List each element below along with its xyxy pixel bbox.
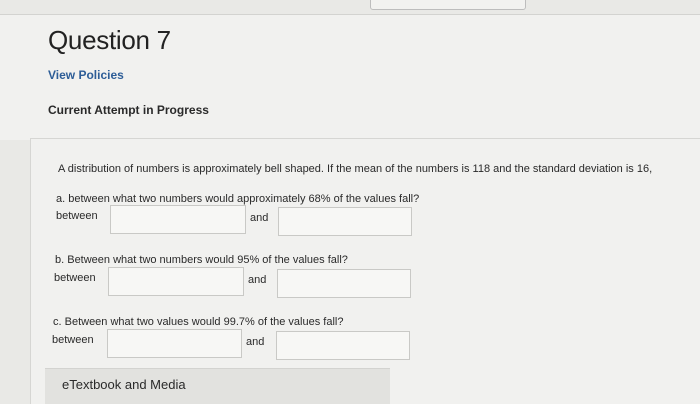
part-c-between-label: between	[52, 334, 94, 346]
part-c-label: c. Between what two values would 99.7% o…	[53, 316, 344, 328]
part-a-between-label: between	[56, 210, 98, 222]
top-input-box[interactable]	[370, 0, 526, 10]
part-b-upper-input[interactable]	[277, 269, 411, 298]
part-a-and-label: and	[250, 212, 269, 224]
part-c-upper-input[interactable]	[276, 331, 410, 360]
part-a-lower-input[interactable]	[110, 205, 246, 234]
question-prompt: A distribution of numbers is approximate…	[58, 163, 653, 175]
etextbook-label: eTextbook and Media	[62, 377, 186, 392]
attempt-status: Current Attempt in Progress	[48, 103, 209, 117]
part-a-label: a. between what two numbers would approx…	[56, 193, 420, 205]
part-b-and-label: and	[248, 274, 267, 286]
question-title: Question 7	[48, 25, 171, 55]
view-policies-link[interactable]: View Policies	[48, 68, 124, 82]
part-c-lower-input[interactable]	[107, 329, 242, 358]
part-b-between-label: between	[54, 272, 96, 284]
part-b-label: b. Between what two numbers would 95% of…	[55, 254, 348, 266]
part-a-upper-input[interactable]	[278, 207, 412, 236]
part-c-and-label: and	[246, 336, 265, 348]
part-b-lower-input[interactable]	[108, 267, 244, 296]
